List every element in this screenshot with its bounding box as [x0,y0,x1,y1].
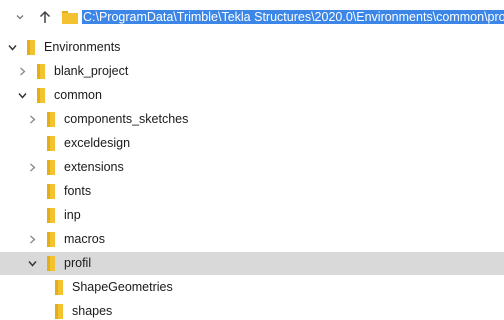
tree-item-shapegeometries[interactable]: ShapeGeometries [0,276,504,299]
tree-item-profil[interactable]: profil [0,252,504,275]
tree-item-label: components_sketches [64,112,189,126]
tree-item-label: exceldesign [64,136,131,150]
expand-toggle[interactable] [27,162,38,173]
folder-icon [55,280,63,295]
tree-item-label: shapes [72,304,113,318]
tree-item-label: blank_project [54,64,129,78]
tree-item-label: Environments [44,40,121,54]
chevron-down-icon [18,93,27,99]
chevron-right-icon [30,163,36,172]
chevron-down-icon [28,261,37,267]
tree-item-common[interactable]: common [0,84,504,107]
folder-icon [55,304,63,319]
tree-item-macros[interactable]: macros [0,228,504,251]
address-input[interactable]: C:\ProgramData\Trimble\Tekla Structures\… [82,8,504,26]
folder-icon [27,40,35,55]
tree-item-exceldesign[interactable]: exceldesign [0,132,504,155]
recent-locations-button[interactable] [14,11,26,23]
tree-item-components-sketches[interactable]: components_sketches [0,108,504,131]
tree-item-fonts[interactable]: fonts [0,180,504,203]
expand-toggle[interactable] [27,234,38,245]
folder-icon [47,160,55,175]
expand-toggle[interactable] [17,66,28,77]
file-explorer-window: C:\ProgramData\Trimble\Tekla Structures\… [0,0,504,320]
tree-item-label: common [54,88,102,102]
folder-icon [47,232,55,247]
folder-icon [47,136,55,151]
folder-icon [47,112,55,127]
tree-item-label: profil [64,256,92,270]
tree-item-shapes[interactable]: shapes [0,300,504,320]
tree-item-inp[interactable]: inp [0,204,504,227]
folder-icon [37,88,45,103]
tree-item-environments[interactable]: Environments [0,36,504,59]
chevron-right-icon [30,235,36,244]
tree-item-label: extensions [64,160,124,174]
expand-toggle[interactable] [7,42,18,53]
tree-item-extensions[interactable]: extensions [0,156,504,179]
tree-item-label: macros [64,232,105,246]
expand-toggle[interactable] [27,114,38,125]
folder-icon [47,256,55,271]
chevron-down-icon [8,45,17,51]
folder-icon [37,64,45,79]
chevron-right-icon [20,67,26,76]
up-button[interactable] [38,9,52,25]
arrow-up-icon [39,10,51,23]
tree-item-blank-project[interactable]: blank_project [0,60,504,83]
expand-toggle[interactable] [27,258,38,269]
folder-icon [47,208,55,223]
expand-toggle[interactable] [17,90,28,101]
chevron-down-icon [16,15,24,20]
tree-item-label: fonts [64,184,92,198]
address-path-text: C:\ProgramData\Trimble\Tekla Structures\… [82,10,504,24]
folder-icon [62,11,78,24]
folder-icon [47,184,55,199]
address-bar: C:\ProgramData\Trimble\Tekla Structures\… [0,0,504,34]
tree-item-label: inp [64,208,81,222]
tree-item-label: ShapeGeometries [72,280,173,294]
chevron-right-icon [30,115,36,124]
